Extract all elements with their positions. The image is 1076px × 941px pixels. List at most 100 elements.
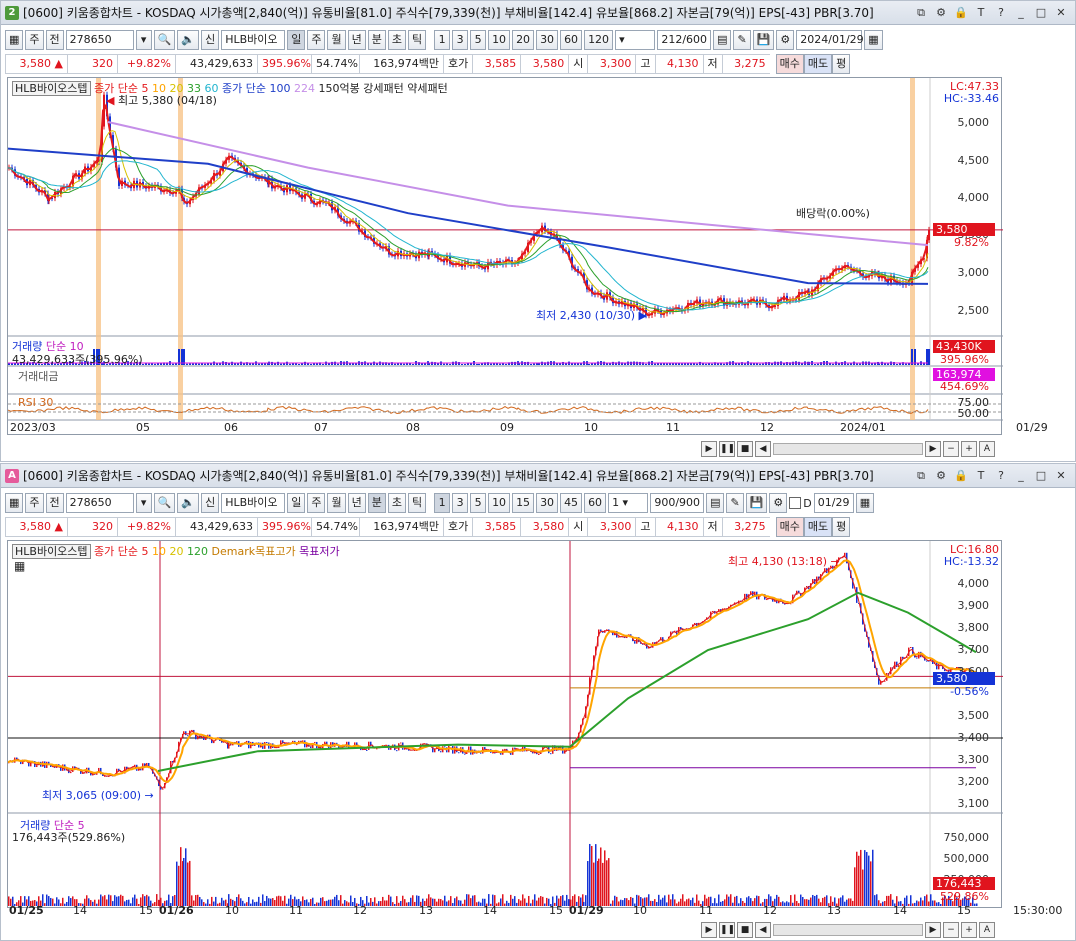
font-icon[interactable]: T [973,5,989,21]
calendar-icon[interactable]: ▦ [864,30,883,50]
zoom-out-icon[interactable]: − [943,922,959,938]
search-icon[interactable]: 🔍 [153,30,176,50]
daily-chart-svg[interactable] [8,78,1003,436]
sell-button[interactable]: 매도 [803,517,833,537]
interval-45[interactable]: 45 [560,493,583,513]
font-size-icon[interactable]: A [979,441,995,457]
interval-5[interactable]: 5 [470,30,487,50]
maximize-icon[interactable]: □ [1033,5,1049,21]
sell-button[interactable]: 매도 [803,54,833,74]
chart-scrollbar[interactable] [773,443,923,455]
interval-10[interactable]: 10 [488,30,511,50]
calendar-icon[interactable]: ▦ [855,493,875,513]
maximize-icon[interactable]: □ [1033,468,1049,484]
layout-icon[interactable]: ▤ [713,30,732,50]
lock-icon[interactable]: 🔒 [953,468,969,484]
interval-5[interactable]: 5 [470,493,487,513]
interval-10[interactable]: 10 [488,493,511,513]
minute-chart-area[interactable]: HLB바이오스텝 종가 단순 5 10 20 120 Demark목표고가 목표… [7,540,1003,909]
zoom-in-icon[interactable]: + [961,922,977,938]
period-second[interactable]: 초 [387,30,406,50]
minimize-icon[interactable]: _ [1013,5,1029,21]
eval-button[interactable]: 평 [832,517,851,537]
help-icon[interactable]: ? [993,468,1009,484]
grid-icon[interactable]: ▦ [5,493,24,513]
market-select[interactable]: 전 [45,30,64,50]
period-day[interactable]: 일 [287,30,306,50]
scroll-left-icon[interactable]: ◀ [755,922,771,938]
lock-icon[interactable]: 🔒 [953,5,969,21]
period-tick[interactable]: 틱 [407,30,427,50]
interval-120[interactable]: 120 [584,30,614,50]
interval-3[interactable]: 3 [452,493,469,513]
interval-15[interactable]: 15 [512,493,535,513]
settings-icon[interactable]: ⚙ [933,468,949,484]
period-month[interactable]: 월 [327,493,346,513]
buy-button[interactable]: 매수 [775,517,804,537]
settings-icon[interactable]: ⚙ [933,5,949,21]
period-tick[interactable]: 틱 [407,493,427,513]
stock-type-toggle[interactable]: 신 [201,493,220,513]
speaker-icon[interactable]: 🔈 [177,493,200,513]
help-icon[interactable]: ? [993,5,1009,21]
stock-code-input[interactable]: 278650 [65,493,134,513]
market-select[interactable]: 전 [45,493,64,513]
stock-name-tag[interactable]: HLB바이오스텝 [12,544,91,559]
period-minute[interactable]: 분 [367,493,386,513]
interval-1[interactable]: 1 [434,30,451,50]
period-week[interactable]: 주 [307,30,326,50]
gear-icon[interactable]: ⚙ [769,493,788,513]
chart-scrollbar[interactable] [773,924,923,936]
period-week[interactable]: 주 [307,493,326,513]
table-icon[interactable]: ▦ [14,559,25,573]
zoom-out-icon[interactable]: − [943,441,959,457]
mode-select[interactable]: 주 [25,30,44,50]
minimize-icon[interactable]: _ [1013,468,1029,484]
period-month[interactable]: 월 [327,30,346,50]
date-field[interactable]: 2024/01/29 [796,30,864,50]
stock-code-input[interactable]: 278650 [65,30,134,50]
scroll-stop-icon[interactable]: ■ [737,922,753,938]
scroll-right-icon[interactable]: ▶ [701,441,717,457]
search-icon[interactable]: 🔍 [153,493,176,513]
interval-60[interactable]: 60 [584,493,607,513]
save-icon[interactable]: 💾 [745,493,768,513]
stock-name-tag[interactable]: HLB바이오스텝 [12,81,91,96]
eval-button[interactable]: 평 [832,54,851,74]
data-count-field[interactable]: 900/900 [650,493,705,513]
mode-select[interactable]: 주 [25,493,44,513]
period-second[interactable]: 초 [387,493,406,513]
period-minute[interactable]: 분 [367,30,386,50]
code-dropdown-icon[interactable]: ▾ [135,493,152,513]
scroll-right-icon[interactable]: ▶ [701,922,717,938]
window-titlebar[interactable]: A [0600] 키움종합차트 - KOSDAQ 시가총액[2,840(억)] … [1,464,1075,488]
interval-20[interactable]: 20 [512,30,535,50]
close-icon[interactable]: ✕ [1053,468,1069,484]
scroll-pause-icon[interactable]: ❚❚ [719,441,735,457]
interval-1[interactable]: 1 [434,493,451,513]
font-icon[interactable]: T [973,468,989,484]
data-count-field[interactable]: 212/600 [657,30,712,50]
font-size-icon[interactable]: A [979,922,995,938]
zoom-in-icon[interactable]: + [961,441,977,457]
interval-60[interactable]: 60 [560,30,583,50]
code-dropdown-icon[interactable]: ▾ [135,30,152,50]
buy-button[interactable]: 매수 [775,54,804,74]
stock-type-toggle[interactable]: 신 [201,30,220,50]
window-titlebar[interactable]: 2 [0600] 키움종합차트 - KOSDAQ 시가총액[2,840(억)] … [1,1,1075,25]
gear-icon[interactable]: ⚙ [776,30,795,50]
interval-select[interactable]: 1 ▾ [608,493,649,513]
draw-icon[interactable]: ✎ [726,493,744,513]
interval-select[interactable]: ▾ [615,30,656,50]
date-range-checkbox[interactable] [789,497,802,509]
minute-chart-svg[interactable] [8,541,1003,909]
scroll-end-icon[interactable]: ▶ [925,922,941,938]
interval-30[interactable]: 30 [536,30,559,50]
scroll-left-icon[interactable]: ◀ [755,441,771,457]
period-year[interactable]: 년 [347,30,366,50]
layout-icon[interactable]: ▤ [706,493,725,513]
grid-icon[interactable]: ▦ [5,30,24,50]
interval-30[interactable]: 30 [536,493,559,513]
scroll-end-icon[interactable]: ▶ [925,441,941,457]
draw-icon[interactable]: ✎ [733,30,751,50]
